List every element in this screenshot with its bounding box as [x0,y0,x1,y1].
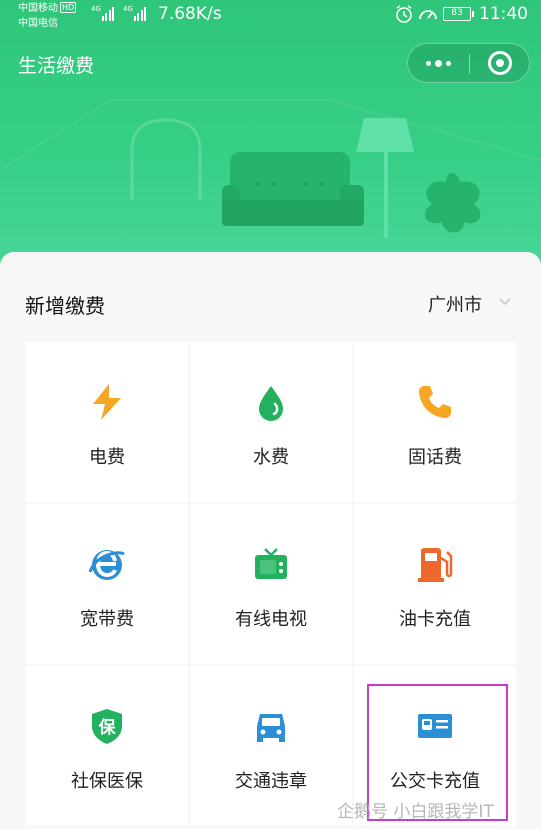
more-button[interactable] [408,44,469,82]
ie-browser-icon [87,544,127,584]
living-room-illustration [0,99,541,238]
bus-card-icon [415,706,455,746]
service-broadband[interactable]: 宽带费 [26,504,188,664]
carrier-info: 中国移动 HD 中国电信 [18,1,77,31]
hd-badge: HD [60,2,77,13]
carrier-1: 中国移动 [18,3,58,14]
service-fuel-card[interactable]: 油卡充值 [354,504,516,664]
service-social-insurance[interactable]: 保 社保医保 [26,666,188,826]
carrier-2: 中国电信 [18,18,58,29]
service-water[interactable]: 水费 [190,342,352,502]
service-label: 固话费 [408,447,462,468]
battery-icon: 83 [443,7,474,21]
chevron-down-icon[interactable] [498,294,512,308]
service-traffic-violation[interactable]: 交通违章 [190,666,352,826]
speed-gauge-icon [417,4,439,28]
city-selector[interactable]: 广州市 [428,291,482,317]
service-electricity[interactable]: 电费 [26,342,188,502]
service-label: 交通违章 [235,771,307,792]
service-label: 水费 [253,447,289,468]
water-drop-icon [251,382,291,422]
service-grid: 电费 水费 固话费 宽带费 有线电视 油卡充值 保 社保医保 交通违章 公交卡充… [26,342,516,826]
signal-icon-2: 4G [123,5,148,21]
miniprogram-capsule [407,43,530,83]
service-label: 电费 [89,447,125,468]
svg-text:保: 保 [98,717,117,738]
gas-pump-icon [415,544,455,584]
tv-icon [251,544,291,584]
service-cable-tv[interactable]: 有线电视 [190,504,352,664]
capsule-divider [469,54,470,74]
more-dots-icon [426,60,431,66]
service-label: 宽带费 [80,609,134,630]
clock: 11:40 [479,4,528,24]
page-title: 生活缴费 [18,55,95,77]
lightning-icon [87,382,127,422]
alarm-icon [394,4,414,28]
section-title: 新增缴费 [25,294,105,318]
phone-icon [415,382,455,422]
service-label: 公交卡充值 [390,771,480,792]
car-icon [251,706,291,746]
header: 中国移动 HD 中国电信 4G 4G 7.68K/s 83 11:40 生活缴费 [0,0,541,275]
service-label: 油卡充值 [399,609,471,630]
shield-icon: 保 [87,706,127,746]
signal-icon: 4G [91,5,116,21]
payment-card: 新增缴费 广州市 电费 水费 固话费 宽带费 有线电视 油卡充值 保 社保医保 … [0,252,541,829]
close-button[interactable] [488,51,512,75]
watermark: 企鹅号 小白跟我学IT [337,802,494,822]
service-landline[interactable]: 固话费 [354,342,516,502]
net-speed: 7.68K/s [158,4,222,24]
service-label: 有线电视 [235,609,307,630]
service-label: 社保医保 [71,771,143,792]
status-bar: 中国移动 HD 中国电信 4G 4G 7.68K/s 83 11:40 [0,0,541,34]
